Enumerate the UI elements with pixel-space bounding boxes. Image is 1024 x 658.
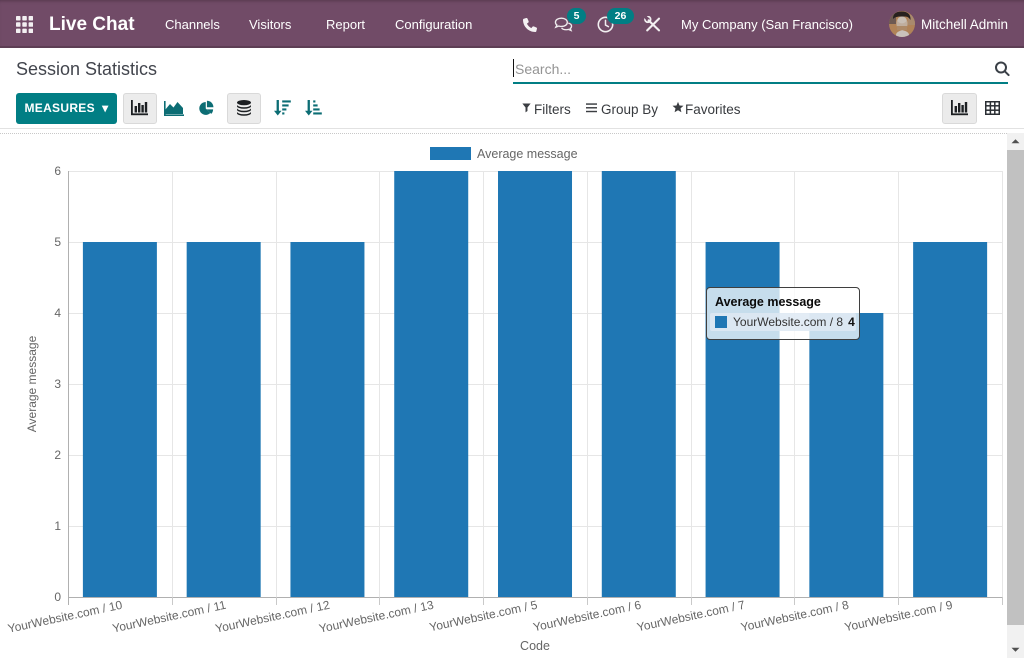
svg-text:3: 3 xyxy=(54,377,61,391)
svg-text:0: 0 xyxy=(54,590,61,604)
svg-text:Average message: Average message xyxy=(477,147,578,161)
svg-text:2: 2 xyxy=(54,448,61,462)
svg-text:Average message: Average message xyxy=(25,335,39,432)
svg-text:Code: Code xyxy=(520,639,550,653)
svg-text:YourWebsite.com / 10: YourWebsite.com / 10 xyxy=(6,598,123,636)
svg-text:YourWebsite.com / 12: YourWebsite.com / 12 xyxy=(214,598,331,636)
svg-text:YourWebsite.com / 11: YourWebsite.com / 11 xyxy=(111,598,228,636)
svg-text:5: 5 xyxy=(54,235,61,249)
svg-text:4: 4 xyxy=(54,306,61,320)
svg-text:1: 1 xyxy=(54,519,61,533)
svg-text:YourWebsite.com / 13: YourWebsite.com / 13 xyxy=(318,598,435,636)
svg-text:6: 6 xyxy=(54,164,61,178)
